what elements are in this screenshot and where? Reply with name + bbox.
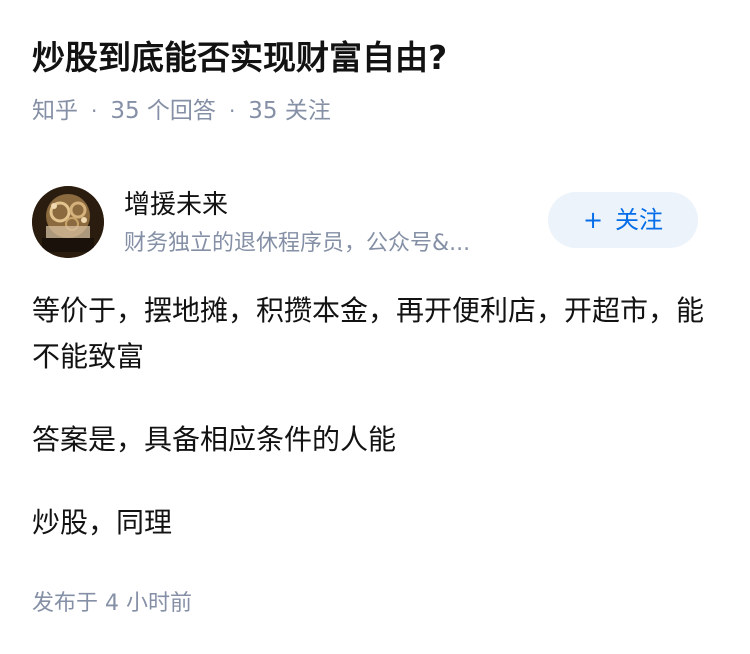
answer-paragraph: 炒股，同理 — [32, 506, 173, 539]
author-card: 增援未来 财务独立的退休程序员，公众号&... + 关注 — [32, 182, 718, 262]
plus-icon: + — [582, 206, 604, 234]
follow-button-label: 关注 — [615, 206, 664, 234]
answers-count[interactable]: 35 个回答 — [110, 94, 216, 128]
author-name[interactable]: 增援未来 — [124, 186, 228, 224]
avatar-image — [32, 186, 104, 258]
followers-count[interactable]: 35 关注 — [248, 94, 331, 128]
follow-button[interactable]: + 关注 — [548, 192, 698, 248]
question-meta: 知乎 · 35 个回答 · 35 关注 — [32, 94, 331, 128]
answer-paragraph: 答案是，具备相应条件的人能 — [32, 423, 397, 456]
author-description: 财务独立的退休程序员，公众号&... — [124, 231, 471, 256]
meta-separator: · — [91, 99, 98, 123]
answer-paragraph: 等价于，摆地摊，积攒本金，再开便利店，开超市，能不能致富 — [32, 294, 705, 373]
source-label[interactable]: 知乎 — [32, 94, 78, 128]
question-title[interactable]: 炒股到底能否实现财富自由? — [32, 34, 447, 82]
avatar[interactable] — [32, 186, 104, 258]
posted-time: 发布于 4 小时前 — [32, 591, 192, 616]
answer-body: 等价于，摆地摊，积攒本金，再开便利店，开超市，能不能致富 答案是，具备相应条件的… — [32, 288, 712, 583]
meta-separator: · — [228, 99, 236, 123]
